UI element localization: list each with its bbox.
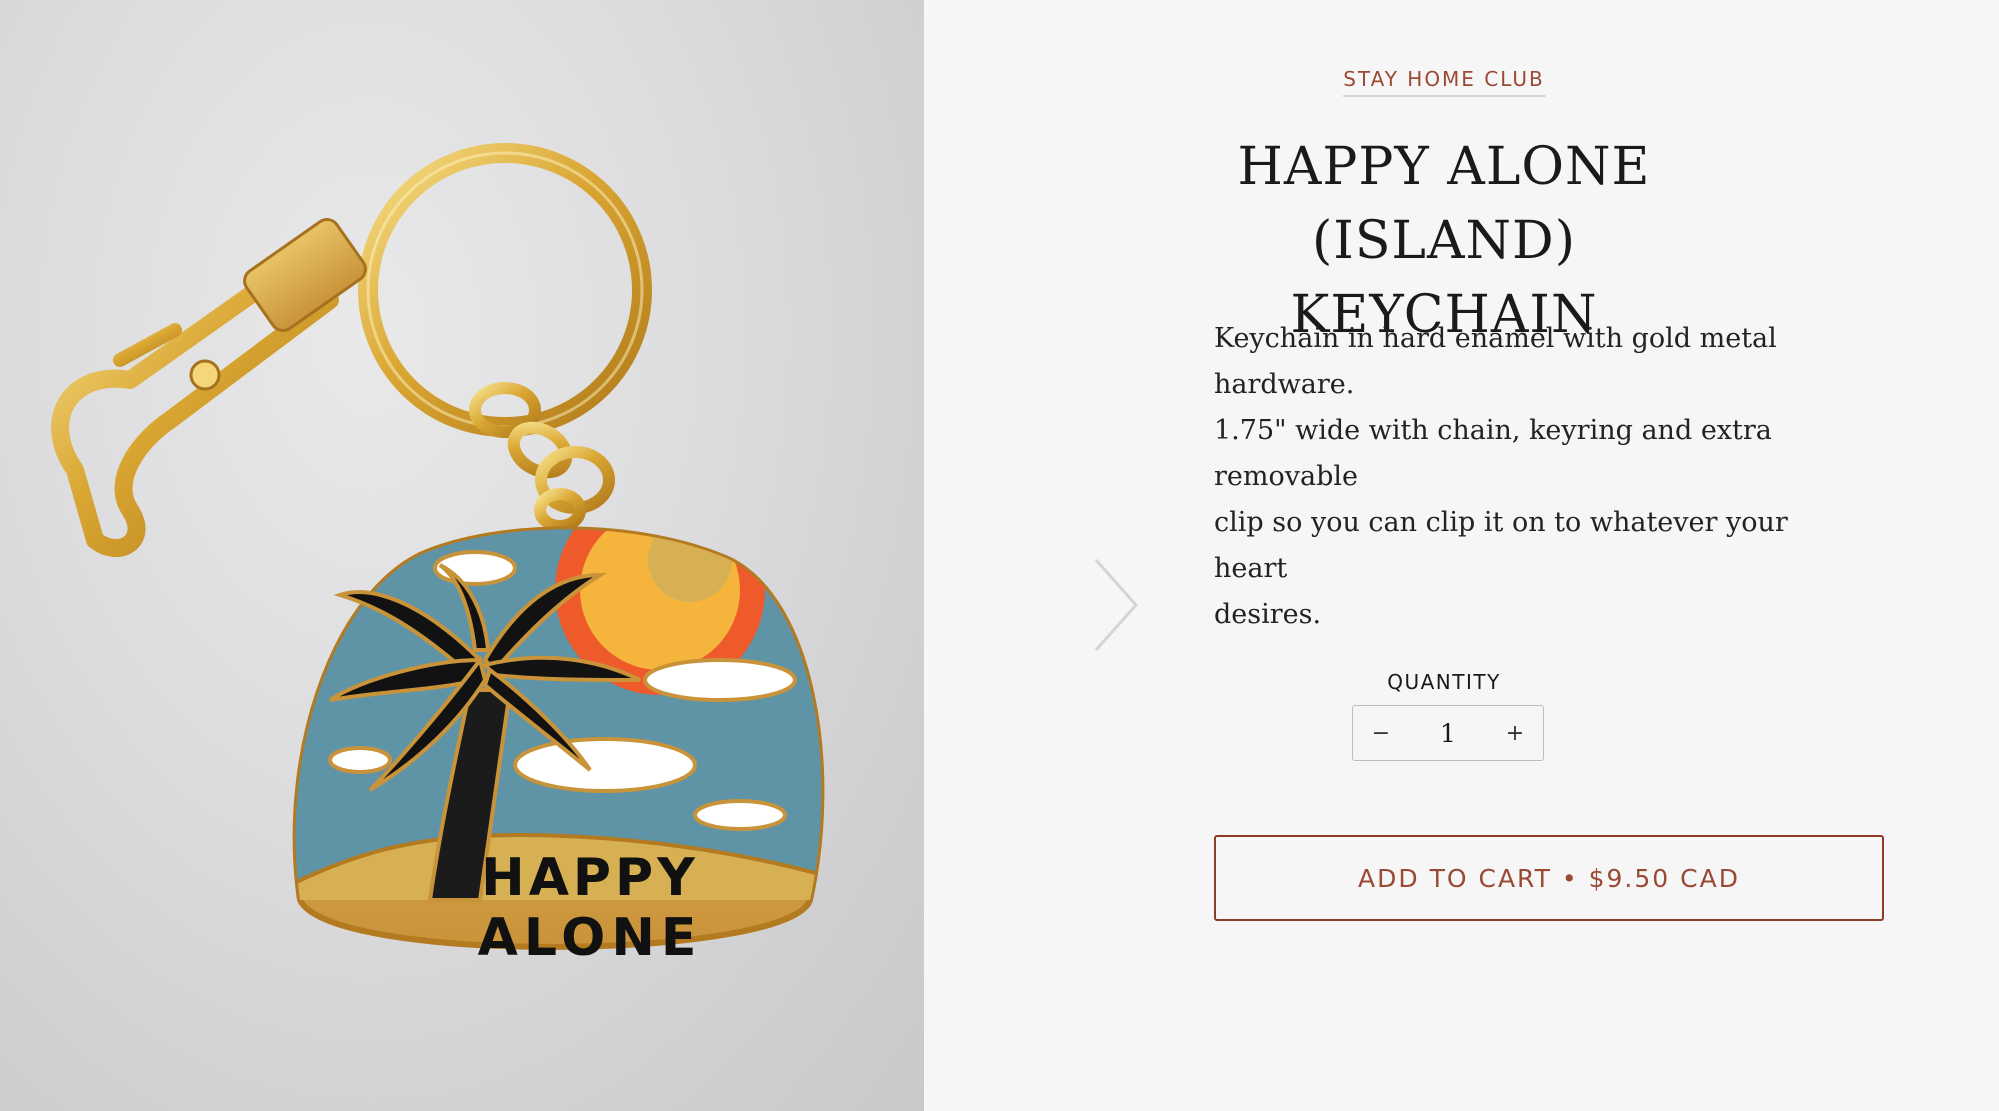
price-separator: • bbox=[1561, 863, 1579, 893]
description-line: desires. bbox=[1214, 599, 1322, 630]
next-image-button[interactable] bbox=[1084, 555, 1144, 655]
product-description: Keychain in hard enamel with gold metal … bbox=[1214, 316, 1854, 638]
add-to-cart-button[interactable]: ADD TO CART • $9.50 CAD bbox=[1214, 835, 1884, 921]
add-to-cart-label: ADD TO CART bbox=[1358, 863, 1552, 893]
quantity-increase-button[interactable]: + bbox=[1487, 705, 1543, 761]
lobster-clasp bbox=[51, 217, 367, 557]
chevron-right-icon bbox=[1094, 559, 1139, 651]
product-title-line1: HAPPY ALONE (ISLAND) bbox=[1237, 137, 1651, 271]
description-line: Keychain in hard enamel with gold metal … bbox=[1214, 323, 1777, 400]
description-line: 1.75" wide with chain, keyring and extra… bbox=[1214, 415, 1772, 492]
keychain-illustration: HAPPY ALONE bbox=[51, 143, 825, 968]
product-page: HAPPY ALONE STAY HOME CLUB HAPPY ALONE (… bbox=[0, 0, 1999, 1111]
description-line: clip so you can clip it on to whatever y… bbox=[1214, 507, 1788, 584]
quantity-label: QUANTITY bbox=[1387, 670, 1501, 694]
keychain-text-alone: ALONE bbox=[478, 908, 703, 968]
quantity-decrease-button[interactable]: − bbox=[1353, 705, 1409, 761]
vendor-link[interactable]: STAY HOME CLUB bbox=[1343, 67, 1545, 97]
keychain-text-happy: HAPPY bbox=[481, 848, 699, 908]
product-info: STAY HOME CLUB HAPPY ALONE (ISLAND) KEYC… bbox=[924, 0, 1999, 1111]
price: $9.50 CAD bbox=[1588, 863, 1740, 893]
quantity-input[interactable] bbox=[1409, 707, 1487, 759]
product-image[interactable]: HAPPY ALONE bbox=[0, 0, 924, 1111]
quantity-stepper: − + bbox=[1352, 705, 1544, 761]
